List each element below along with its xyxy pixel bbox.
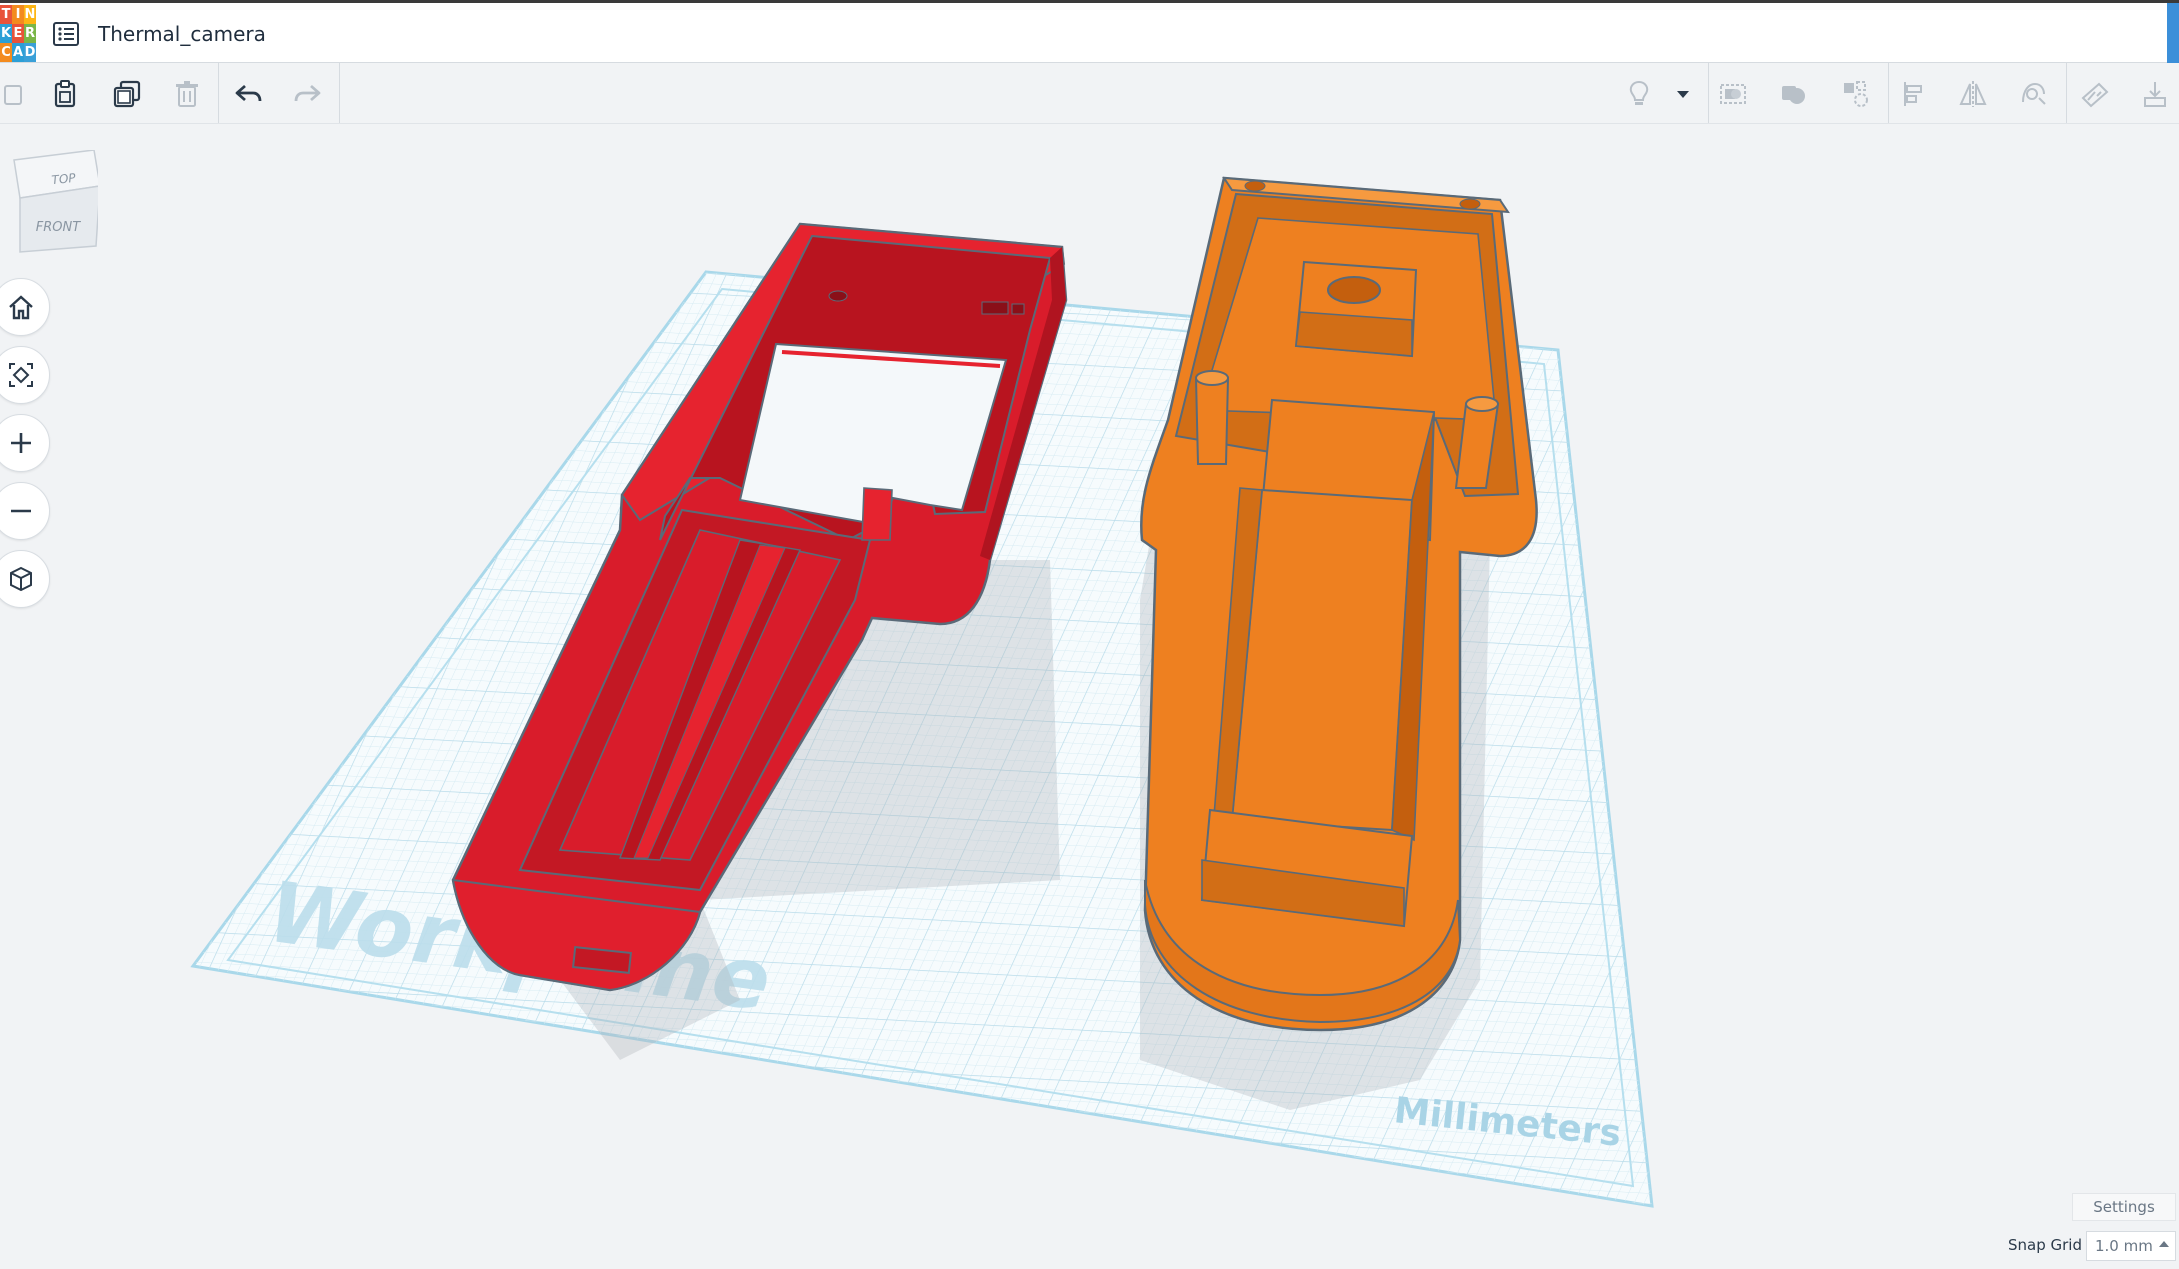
document-title[interactable]: Thermal_camera — [98, 22, 266, 46]
3d-viewport[interactable]: Workplane Millimeters — [0, 124, 2179, 1269]
scene-canvas[interactable]: Workplane Millimeters — [0, 124, 2179, 1269]
toolbar — [0, 63, 2179, 124]
hole-icon[interactable] — [1836, 75, 1874, 113]
viewcube-top-label[interactable]: TOP — [51, 171, 77, 188]
design-menu-icon[interactable] — [52, 21, 80, 47]
cruise-icon[interactable] — [2014, 75, 2052, 113]
viewcube-front-label[interactable]: FRONT — [36, 220, 81, 235]
logo-letter: A — [12, 43, 24, 62]
logo-letter: C — [0, 43, 12, 62]
fit-icon — [9, 363, 33, 387]
toolbar-separator — [2066, 63, 2067, 123]
workplane[interactable] — [0, 200, 2179, 1269]
tinkercad-logo[interactable]: TINKERCAD — [0, 5, 36, 63]
toolbar-separator — [339, 63, 340, 123]
copy-icon[interactable] — [0, 75, 32, 113]
undo-icon[interactable] — [230, 75, 268, 113]
home-icon — [9, 295, 33, 320]
chevron-up-icon — [2159, 1241, 2169, 1247]
logo-letter: I — [12, 5, 24, 24]
group-icon[interactable] — [1714, 75, 1752, 113]
dropdown-caret-icon[interactable] — [1664, 75, 1702, 113]
logo-letter: D — [24, 43, 36, 62]
logo-letter: N — [24, 5, 36, 24]
paste-icon[interactable] — [46, 75, 84, 113]
solid-icon[interactable] — [1774, 75, 1812, 113]
perspective-icon — [10, 566, 32, 592]
panel-accent — [2167, 3, 2179, 63]
snap-grid-label: Snap Grid — [2008, 1236, 2082, 1254]
toolbar-separator — [1888, 63, 1889, 123]
snap-grid-value: 1.0 mm — [2095, 1237, 2153, 1255]
delete-icon[interactable] — [168, 75, 206, 113]
zoom-out-icon — [11, 509, 31, 513]
snap-grid-select[interactable]: 1.0 mm — [2086, 1231, 2176, 1261]
logo-letter: T — [0, 5, 12, 24]
logo-letter: K — [0, 24, 12, 43]
ruler-icon[interactable] — [2076, 75, 2114, 113]
redo-icon[interactable] — [288, 75, 326, 113]
settings-button[interactable]: Settings — [2072, 1193, 2176, 1221]
lightbulb-icon[interactable] — [1620, 75, 1658, 113]
toolbar-separator — [218, 63, 219, 123]
mirror-icon[interactable] — [1954, 75, 1992, 113]
zoom-in-icon — [11, 433, 31, 453]
view-cube[interactable]: TOP FRONT — [8, 149, 101, 260]
logo-letter: E — [12, 24, 24, 43]
duplicate-icon[interactable] — [108, 75, 146, 113]
import-icon[interactable] — [2136, 75, 2174, 113]
toolbar-separator — [1708, 63, 1709, 123]
logo-letter: R — [24, 24, 36, 43]
align-icon[interactable] — [1896, 75, 1934, 113]
top-bar: TINKERCAD Thermal_camera — [0, 0, 2179, 63]
